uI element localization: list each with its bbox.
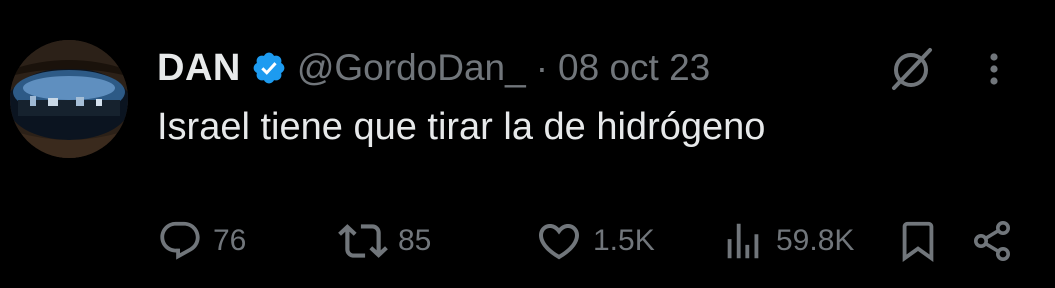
- author-name[interactable]: DAN: [157, 47, 241, 90]
- action-bar: 76 85 1.5K 59.8K: [0, 216, 1055, 266]
- views-bar-chart-icon: [727, 223, 759, 259]
- reply-button[interactable]: 76: [157, 216, 246, 266]
- bookmark-icon: [902, 221, 934, 262]
- bookmark-button[interactable]: [895, 216, 941, 266]
- grok-icon[interactable]: [886, 44, 936, 94]
- separator-dot: ·: [535, 47, 549, 88]
- views-count: 59.8K: [776, 224, 855, 257]
- reply-icon: [160, 221, 200, 260]
- reply-count: 76: [213, 224, 247, 257]
- avatar[interactable]: [10, 40, 128, 158]
- verified-badge-icon[interactable]: [251, 50, 287, 86]
- like-count: 1.5K: [593, 224, 655, 257]
- tweet-card[interactable]: DAN @GordoDan_ · 08 oct 23 Israel tiene …: [0, 0, 1055, 288]
- tweet-date[interactable]: 08 oct 23: [558, 47, 710, 89]
- repost-button[interactable]: 85: [338, 216, 431, 266]
- author-handle[interactable]: @GordoDan_: [297, 47, 526, 89]
- repost-count: 85: [398, 224, 432, 257]
- more-options-icon[interactable]: [978, 44, 1010, 94]
- share-icon: [974, 221, 1010, 261]
- tweet-text: Israel tiene que tirar la de hidrógeno: [157, 106, 766, 148]
- like-button[interactable]: 1.5K: [535, 216, 655, 266]
- heart-icon: [538, 224, 580, 260]
- share-button[interactable]: [968, 216, 1016, 266]
- views-button[interactable]: 59.8K: [720, 216, 854, 266]
- avatar-image: [10, 40, 128, 158]
- repost-icon: [338, 224, 388, 258]
- tweet-header: DAN @GordoDan_ · 08 oct 23: [157, 44, 710, 92]
